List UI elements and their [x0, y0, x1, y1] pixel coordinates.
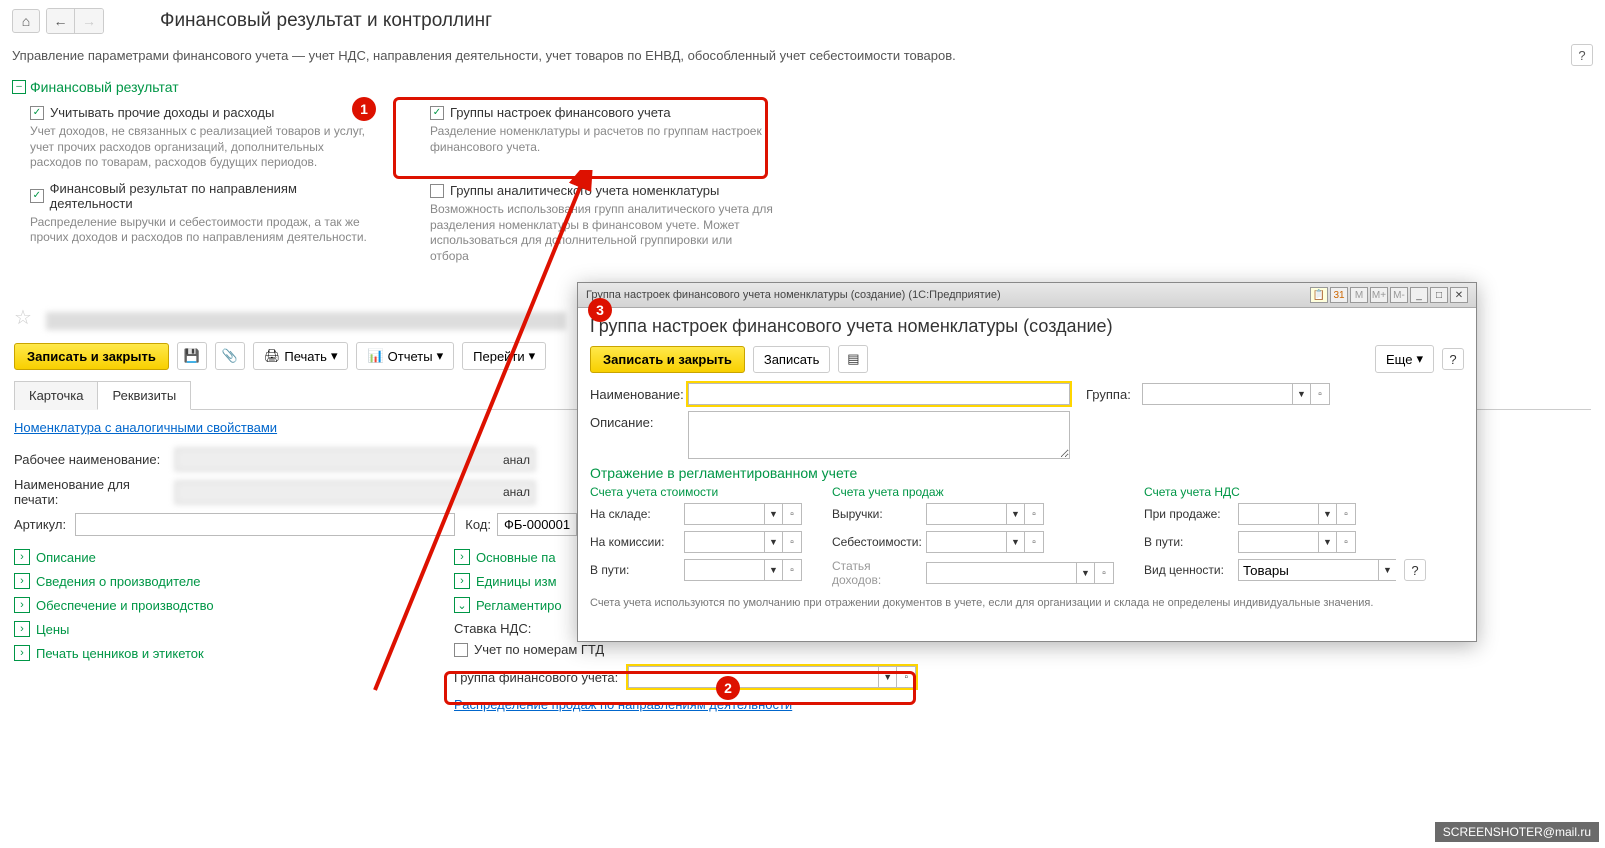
- commission-input[interactable]: [684, 531, 764, 553]
- checkbox-fin-groups[interactable]: ✓: [430, 106, 444, 120]
- calc-mplus[interactable]: M+: [1370, 287, 1388, 303]
- calc-icon[interactable]: 📋: [1310, 287, 1328, 303]
- fin-group-open[interactable]: ▫: [896, 666, 916, 688]
- modal-name-label: Наименование:: [590, 383, 682, 402]
- code-label: Код:: [461, 517, 491, 532]
- fin-group-label: Группа финансового учета:: [454, 670, 618, 685]
- cb1-label: Учитывать прочие доходы и расходы: [50, 105, 274, 120]
- sales-dist-link[interactable]: Распределение продаж по направлениям дея…: [454, 697, 792, 712]
- article-label: Артикул:: [14, 517, 69, 532]
- anal-suffix-1: анал: [503, 453, 530, 467]
- modal-titlebar-text: Группа настроек финансового учета номенк…: [586, 289, 1001, 301]
- modal-note: Счета учета используются по умолчанию пр…: [590, 597, 1464, 609]
- save-close-button[interactable]: Записать и закрыть: [14, 343, 169, 370]
- page-subtitle: Управление параметрами финансового учета…: [12, 48, 956, 63]
- cb2-label: Группы настроек финансового учета: [450, 105, 671, 120]
- col1-header: Счета учета стоимости: [590, 485, 802, 499]
- help-button[interactable]: ?: [1571, 44, 1593, 66]
- cb4-label: Группы аналитического учета номенклатуры: [450, 183, 719, 198]
- close-button[interactable]: ✕: [1450, 287, 1468, 303]
- cb2-desc: Разделение номенклатуры и расчетов по гр…: [412, 122, 792, 163]
- modal-help[interactable]: ?: [1442, 348, 1464, 370]
- checkbox-other-income[interactable]: ✓: [30, 106, 44, 120]
- checkbox-analytic-groups[interactable]: [430, 184, 444, 198]
- income-article-input[interactable]: [926, 562, 1076, 584]
- goto-button[interactable]: Перейти ▾: [462, 342, 546, 370]
- work-name-input[interactable]: [175, 448, 535, 471]
- modal-window: Группа настроек финансового учета номенк…: [577, 282, 1477, 642]
- expand-description[interactable]: ›Описание: [14, 545, 444, 569]
- calc-m[interactable]: M: [1350, 287, 1368, 303]
- modal-list-icon[interactable]: ▤: [838, 345, 868, 373]
- modal-name-input[interactable]: [688, 383, 1070, 405]
- save-icon-button[interactable]: 💾: [177, 342, 207, 370]
- col2-header: Счета учета продаж: [832, 485, 1114, 499]
- cb3-label: Финансовый результат по направлениям дея…: [50, 181, 374, 211]
- modal-group-open[interactable]: ▫: [1310, 383, 1330, 405]
- collapse-icon[interactable]: –: [12, 80, 26, 94]
- annotation-3: 3: [588, 298, 612, 322]
- expand-manufacturer[interactable]: ›Сведения о производителе: [14, 569, 444, 593]
- checkbox-fin-by-activity[interactable]: ✓: [30, 189, 44, 203]
- similar-link[interactable]: Номенклатура с аналогичными свойствами: [14, 420, 277, 435]
- col3-header: Счета учета НДС: [1144, 485, 1426, 499]
- value-type-input[interactable]: [1238, 559, 1378, 581]
- back-button[interactable]: ←: [47, 9, 75, 33]
- star-icon[interactable]: ☆: [14, 307, 32, 329]
- modal-desc-input[interactable]: [688, 411, 1070, 459]
- vat-sale-input[interactable]: [1238, 503, 1318, 525]
- minimize-button[interactable]: _: [1410, 287, 1428, 303]
- modal-more[interactable]: Еще ▾: [1375, 345, 1434, 373]
- modal-save[interactable]: Записать: [753, 346, 831, 373]
- expand-prices[interactable]: ›Цены: [14, 617, 444, 641]
- reports-button[interactable]: 📊 Отчеты ▾: [356, 342, 454, 370]
- article-input[interactable]: [75, 513, 455, 536]
- anal-suffix-2: анал: [503, 485, 530, 499]
- section-title: Финансовый результат: [30, 79, 179, 95]
- page-title: Финансовый результат и контроллинг: [160, 10, 492, 32]
- code-input[interactable]: [497, 513, 577, 536]
- expand-labels[interactable]: ›Печать ценников и этикеток: [14, 641, 444, 665]
- calc-mminus[interactable]: M-: [1390, 287, 1408, 303]
- cogs-input[interactable]: [926, 531, 1006, 553]
- watermark: SCREENSHOTER@mail.ru: [1435, 822, 1599, 842]
- stock-input[interactable]: [684, 503, 764, 525]
- fin-group-input[interactable]: [628, 666, 878, 688]
- annotation-2: 2: [716, 676, 740, 700]
- expand-supply[interactable]: ›Обеспечение и производство: [14, 593, 444, 617]
- tab-requisites[interactable]: Реквизиты: [97, 381, 191, 410]
- modal-title: Группа настроек финансового учета номенк…: [590, 316, 1464, 337]
- forward-button[interactable]: →: [75, 9, 103, 33]
- modal-group-dropdown[interactable]: ▼: [1292, 383, 1310, 405]
- revenue-input[interactable]: [926, 503, 1006, 525]
- annotation-1: 1: [352, 97, 376, 121]
- cb3-desc: Распределение выручки и себестоимости пр…: [12, 213, 392, 254]
- item-title-blurred: [46, 312, 566, 330]
- maximize-button[interactable]: □: [1430, 287, 1448, 303]
- work-name-label: Рабочее наименование:: [14, 452, 169, 467]
- cb4-desc: Возможность использования групп аналитич…: [412, 200, 792, 272]
- modal-save-close[interactable]: Записать и закрыть: [590, 346, 745, 373]
- value-type-help[interactable]: ?: [1404, 559, 1426, 581]
- print-name-input[interactable]: [175, 481, 535, 504]
- fin-group-dropdown[interactable]: ▼: [878, 666, 896, 688]
- cb1-desc: Учет доходов, не связанных с реализацией…: [12, 122, 392, 179]
- print-name-label: Наименование для печати:: [14, 477, 169, 507]
- print-button[interactable]: 🖨 Печать ▾: [253, 342, 349, 370]
- modal-group-label: Группа:: [1086, 383, 1136, 402]
- home-button[interactable]: ⌂: [12, 9, 40, 33]
- gtd-label: Учет по номерам ГТД: [474, 642, 604, 657]
- modal-desc-label: Описание:: [590, 411, 682, 430]
- modal-group-input[interactable]: [1142, 383, 1292, 405]
- transit-input[interactable]: [684, 559, 764, 581]
- calendar-icon[interactable]: 31: [1330, 287, 1348, 303]
- tab-card[interactable]: Карточка: [14, 381, 98, 410]
- vat-transit-input[interactable]: [1238, 531, 1318, 553]
- reg-section-title: Отражение в регламентированном учете: [590, 465, 1464, 481]
- clip-icon-button[interactable]: 📎: [215, 342, 245, 370]
- checkbox-gtd[interactable]: [454, 643, 468, 657]
